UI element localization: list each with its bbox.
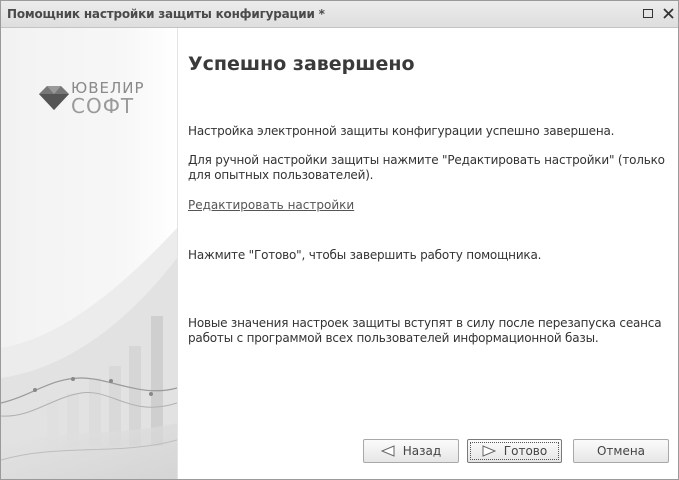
success-message: Настройка электронной защиты конфигураци… (188, 124, 615, 138)
window-title: Помощник настройки защиты конфигурации * (7, 7, 325, 21)
manual-settings-hint: Для ручной настройки защиты нажмите "Ред… (188, 153, 665, 182)
page-title: Успешно завершено (188, 53, 415, 75)
triangle-left-icon (380, 445, 395, 457)
close-button[interactable] (660, 5, 676, 21)
cancel-button[interactable]: Отмена (573, 439, 669, 463)
close-icon (662, 7, 674, 19)
focus-ring (470, 442, 559, 460)
edit-settings-link[interactable]: Редактировать настройки (188, 198, 354, 212)
done-button[interactable]: Готово (467, 439, 562, 463)
finish-hint: Нажмите "Готово", чтобы завершить работу… (188, 248, 542, 262)
sidebar-divider (177, 28, 178, 479)
logo-text-line2: СОФТ (71, 94, 135, 118)
decorative-chart-illustration (1, 228, 177, 479)
company-logo: ЮВЕЛИР СОФТ (39, 79, 159, 118)
maximize-icon (643, 8, 653, 18)
diamond-logo-icon (39, 86, 69, 110)
cancel-button-label: Отмена (596, 444, 646, 458)
restart-notice: Новые значения настроек защиты вступят в… (188, 316, 662, 345)
title-bar: Помощник настройки защиты конфигурации * (1, 1, 678, 28)
back-button[interactable]: Назад (363, 439, 459, 463)
back-button-label: Назад (402, 444, 442, 458)
wizard-sidebar: ЮВЕЛИР СОФТ (1, 28, 177, 479)
wizard-window: Помощник настройки защиты конфигурации *… (0, 0, 679, 480)
maximize-button[interactable] (640, 5, 656, 21)
